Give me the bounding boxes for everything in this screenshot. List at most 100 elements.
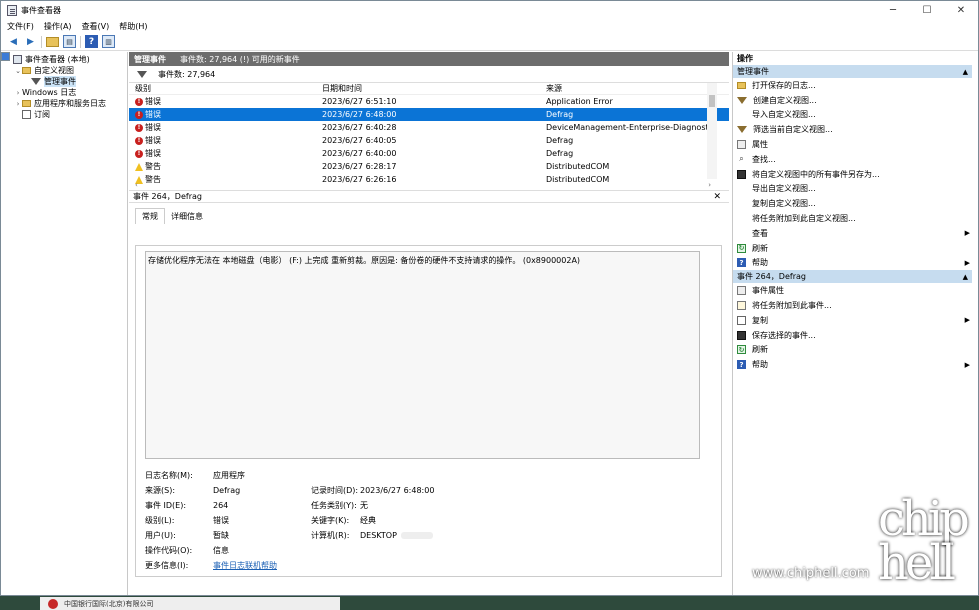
tree-item-label: 事件查看器 (本地) [25,55,90,64]
action-item[interactable]: 将任务附加到此自定义视图... [733,211,978,226]
column-datetime[interactable]: 日期和时间 [322,83,546,94]
scroll-left-icon[interactable]: ‹ [135,181,138,189]
tree-item[interactable]: 管理事件 [1,76,127,87]
expander-icon[interactable]: › [14,100,22,108]
expander-icon[interactable]: ⌄ [14,67,22,75]
online-help-link[interactable]: 事件日志联机帮助 [213,560,277,571]
filter-icon [737,126,747,134]
console-tree-icon[interactable]: ▤ [63,35,76,48]
close-button[interactable]: ✕ [944,1,978,20]
section-event-264[interactable]: 事件 264，Defrag ▲ [733,270,972,284]
event-viewer-icon [7,5,17,16]
tree-item[interactable]: › 应用程序和服务日志 [1,98,127,109]
column-source[interactable]: 来源 [546,83,716,94]
table-row[interactable]: ! 错误 2023/6/27 6:40:00 Defrag [129,147,729,160]
action-item[interactable]: 打开保存的日志... [733,78,978,93]
back-icon[interactable]: ◀ [7,35,20,48]
vertical-scrollbar[interactable] [707,83,717,179]
computer-label: 计算机(R): [311,531,350,540]
column-level[interactable]: 级别 [129,83,322,94]
action-item[interactable]: 查看 ▶ [733,226,978,241]
tab-details[interactable]: 详细信息 [165,209,209,224]
expander-icon[interactable]: › [14,89,22,97]
action-label: 复制自定义视图... [752,199,816,209]
action-label: 查看 [752,228,768,238]
tree-item-label: 应用程序和服务日志 [34,99,106,108]
collapse-icon[interactable]: ▲ [963,68,968,76]
bank-logo-icon [48,599,58,609]
find-icon: ⌕ [739,154,744,164]
action-item[interactable]: ↻ 刷新 [733,241,978,256]
event-properties: 日志名称(M): 应用程序 来源(S): Defrag 记录时间(D): 202… [145,468,705,573]
tree-item-label: 自定义视图 [34,66,74,75]
center-pane: 管理事件 事件数: 27,964 (!) 可用的新事件 事件数: 27,964 … [129,52,729,595]
action-item[interactable]: 保存选择的事件... [733,328,978,343]
section-managed-events[interactable]: 管理事件 ▲ [733,65,972,78]
action-item[interactable]: ? 帮助 ▶ [733,256,978,271]
forward-icon[interactable]: ▶ [24,35,37,48]
tree-item[interactable]: 订阅 [1,109,127,120]
source-value: Defrag [213,486,241,495]
tab-general[interactable]: 常规 [135,208,165,224]
level-cell: 警告 [145,162,161,171]
user-value: 暂缺 [213,531,229,540]
action-item[interactable]: 导入自定义视图... [733,108,978,123]
help-icon[interactable]: ? [85,35,98,48]
detail-tabs: 常规 详细信息 [135,208,729,224]
source-cell: Defrag [546,136,574,145]
action-item[interactable]: 将任务附加到此事件... [733,298,978,313]
close-detail-icon[interactable]: ✕ [713,192,721,202]
attach-task-icon [737,301,746,311]
warning-icon [135,162,143,171]
action-item[interactable]: 将自定义视图中的所有事件另存为... [733,167,978,182]
scroll-thumb[interactable] [709,95,715,107]
tree-item[interactable]: ⌄ 自定义视图 [1,65,127,76]
taskbar-item[interactable]: 中国银行国际(北京)有限公司 [40,597,340,610]
action-item[interactable]: 导出自定义视图... [733,182,978,197]
task-category-value: 无 [360,501,368,510]
action-item[interactable]: ? 帮助 ▶ [733,357,978,372]
action-item[interactable]: ↻ 刷新 [733,343,978,358]
action-pane-icon[interactable]: ▥ [102,35,115,48]
table-row[interactable]: ! 错误 2023/6/27 6:48:00 Defrag [129,108,729,121]
action-item[interactable]: 筛选当前自定义视图... [733,122,978,137]
menu-view[interactable]: 查看(V) [82,21,110,32]
save-icon [737,169,746,179]
minimize-button[interactable]: ─ [876,1,910,20]
menu-file[interactable]: 文件(F) [7,21,34,32]
logged-value: 2023/6/27 6:48:00 [360,486,435,495]
blank-icon [737,214,746,223]
table-row[interactable]: ! 错误 2023/6/27 6:40:28 DeviceManagement-Ent… [129,121,729,134]
keywords-value: 经典 [360,516,376,525]
menu-help[interactable]: 帮助(H) [119,21,147,32]
table-row[interactable]: ! 错误 2023/6/27 6:40:05 Defrag [129,134,729,147]
action-item[interactable]: 复制 ▶ [733,313,978,328]
table-row[interactable]: ! 错误 2023/6/27 6:51:10 Application Error [129,95,729,108]
action-label: 筛选当前自定义视图... [753,125,833,135]
level-label: 级别(L): [145,516,175,525]
action-label: 查找... [752,154,776,164]
collapse-icon[interactable]: ▲ [963,273,968,281]
tree-item[interactable]: 事件查看器 (本地) [1,54,127,65]
action-item[interactable]: ⌕ 查找... [733,152,978,167]
action-item[interactable]: 复制自定义视图... [733,196,978,211]
windows-log-icon [1,52,10,61]
redacted-area [400,532,433,539]
action-item[interactable]: 事件属性 [733,283,978,298]
open-folder-icon[interactable] [46,36,59,47]
tree-item[interactable]: › Windows 日志 [1,52,127,98]
level-cell: 错误 [145,110,161,119]
maximize-button[interactable]: ☐ [910,1,944,20]
datetime-cell: 2023/6/27 6:40:05 [322,136,397,145]
section-managed-events-label: 管理事件 [737,67,769,76]
tree-item-label: 管理事件 [44,76,76,87]
source-cell: DistributedCOM [546,162,610,171]
menu-action[interactable]: 操作(A) [44,21,72,32]
horizontal-scrollbar[interactable]: ‹ › [129,180,717,190]
scroll-right-icon[interactable]: › [708,181,711,189]
action-item[interactable]: 创建自定义视图... [733,93,978,108]
event-message[interactable]: 存储优化程序无法在 本地磁盘（电影） (F:) 上完成 重新剪裁。原因是: 备份… [145,251,700,459]
title-bar: 事件查看器 ─ ☐ ✕ [1,1,978,20]
table-row[interactable]: 警告 2023/6/27 6:28:17 DistributedCOM [129,160,729,173]
action-item[interactable]: 属性 [733,137,978,152]
